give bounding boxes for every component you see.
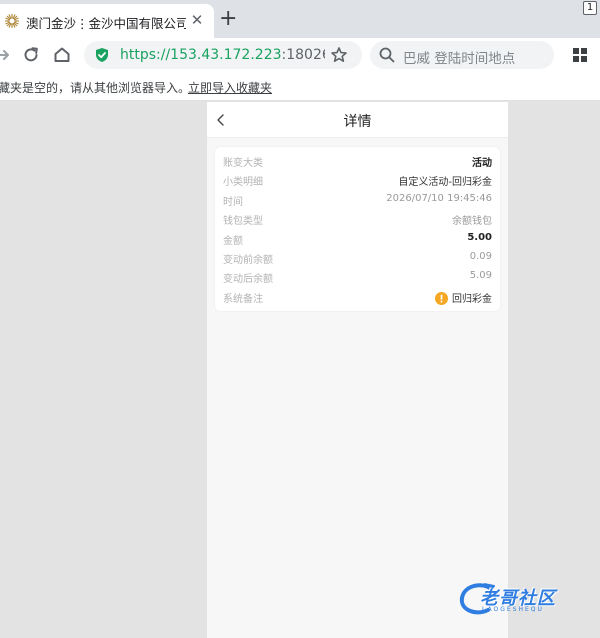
detail-label: 变动后余额 (223, 274, 273, 286)
warning-icon (435, 291, 448, 305)
shield-check-icon (96, 48, 108, 62)
detail-row: 钱包类型 余额钱包 (215, 209, 500, 228)
detail-value: 回归彩金 (435, 290, 492, 305)
bookmarks-empty-message: 藏夹是空的，请从其他浏览器导入。 (0, 81, 191, 95)
detail-row: 系统备注 回归彩金 (215, 287, 500, 306)
reload-icon[interactable] (20, 44, 42, 66)
detail-value: 5.09 (469, 270, 492, 282)
detail-label: 金额 (223, 235, 243, 247)
detail-value: 0.09 (469, 251, 492, 262)
url-port-path: :18026/h (281, 47, 325, 63)
detail-row: 金额 5.00 (215, 229, 500, 248)
detail-value: 自定义活动-回归彩金 (398, 177, 492, 189)
detail-label: 小类明细 (223, 177, 263, 189)
detail-value: 2026/07/10 19:45:46 (386, 192, 492, 204)
tab-title: 澳门金沙⋮金沙中国有限公司 (26, 16, 186, 31)
browser-toolbar: https://153.43.172.223:18026/h 巴威 登陆时间地点 (0, 38, 600, 72)
detail-label: 账变大类 (223, 158, 263, 169)
detail-card: 账变大类 活动小类明细 自定义活动-回归彩金时间 2026/07/10 19:45:4… (215, 147, 500, 311)
page-nav-bar: 详情 (207, 102, 508, 138)
bookmark-star-icon[interactable] (330, 46, 348, 64)
address-bar[interactable]: https://153.43.172.223:18026/h (84, 41, 362, 69)
detail-label: 时间 (223, 196, 243, 208)
url-text[interactable]: https://153.43.172.223:18026/h (120, 47, 325, 63)
page-title: 详情 (343, 114, 372, 130)
detail-label: 变动前余额 (223, 255, 273, 266)
detail-row: 变动前余额 0.09 (215, 248, 500, 267)
detail-row: 变动后余额 5.09 (215, 267, 500, 286)
home-icon[interactable] (51, 44, 73, 66)
detail-value: 5.00 (467, 231, 492, 243)
detail-value-text: 回归彩金 (452, 293, 492, 305)
import-bookmarks-link[interactable]: 立即导入收藏夹 (188, 79, 272, 96)
sun-logo-icon (5, 14, 19, 28)
new-tab-button[interactable]: + (219, 8, 237, 30)
tab-close-icon[interactable]: ✕ (189, 12, 205, 28)
search-icon (379, 47, 395, 63)
search-placeholder: 巴威 登陆时间地点 (403, 51, 516, 67)
detail-row: 小类明细 自定义活动-回归彩金 (215, 170, 500, 189)
detail-value: 余额钱包 (452, 216, 492, 228)
detail-value: 活动 (472, 158, 492, 169)
watermark-subtext: LAOGESHEQU (482, 606, 544, 613)
url-host: https://153.43.172.223 (120, 47, 282, 63)
browser-tab[interactable]: 澳门金沙⋮金沙中国有限公司 ✕ (0, 4, 214, 38)
tab-count-badge[interactable]: 1 (583, 1, 597, 15)
tab-strip: 澳门金沙⋮金沙中国有限公司 ✕ + 1 (0, 0, 600, 38)
detail-row: 账变大类 活动 (215, 151, 500, 170)
forward-arrow-icon[interactable] (0, 44, 16, 66)
apps-grid-icon[interactable] (571, 46, 589, 64)
bookmarks-bar: 藏夹是空的，请从其他浏览器导入。 立即导入收藏夹 (0, 72, 600, 101)
detail-label: 系统备注 (223, 293, 263, 305)
watermark-logo: 老哥社区 LAOGESHEQU (458, 578, 590, 618)
detail-row: 时间 2026/07/10 19:45:46 (215, 190, 500, 209)
search-box[interactable]: 巴威 登陆时间地点 (370, 41, 554, 69)
detail-label: 钱包类型 (223, 216, 263, 228)
page-viewport: 详情 账变大类 活动小类明细 自定义活动-回归彩金时间 2026/07/10 19:4… (207, 102, 508, 638)
